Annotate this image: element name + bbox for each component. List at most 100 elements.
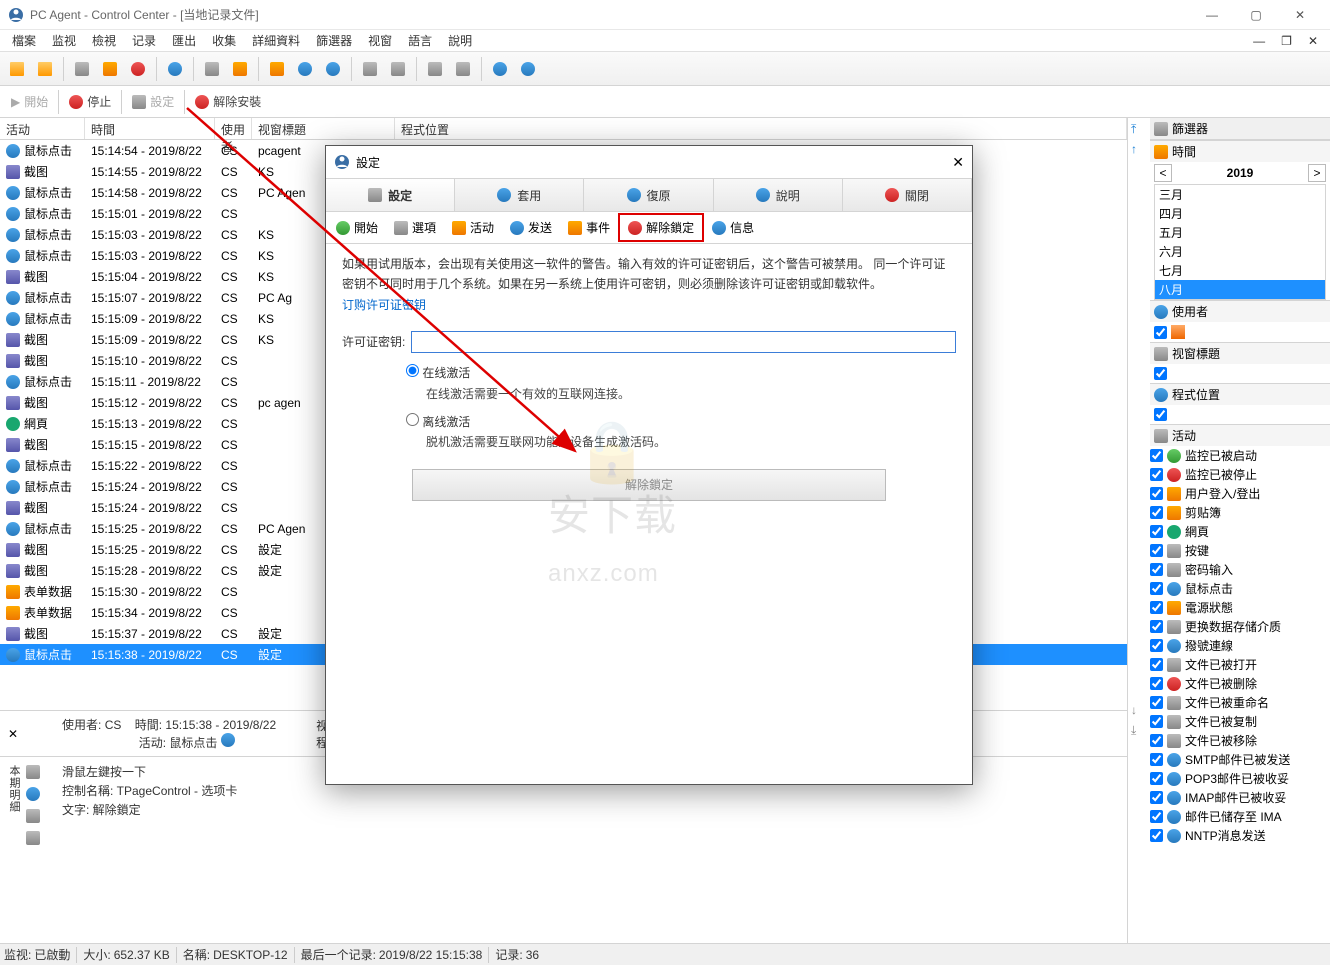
col-user[interactable]: 使用者 xyxy=(215,118,252,139)
sheet3-button[interactable] xyxy=(320,56,346,82)
mdi-restore-button[interactable]: ❐ xyxy=(1273,32,1300,50)
activity-item[interactable]: 撥號連線 xyxy=(1150,636,1330,655)
unlock-button[interactable]: 解除鎖定 xyxy=(412,469,886,501)
activity-item[interactable]: 文件已被重命名 xyxy=(1150,693,1330,712)
month-item[interactable]: 八月 xyxy=(1155,280,1325,299)
minimize-button[interactable]: — xyxy=(1190,1,1234,29)
search-button[interactable] xyxy=(162,56,188,82)
sheet1-button[interactable] xyxy=(264,56,290,82)
dialog-close-button[interactable]: ✕ xyxy=(952,154,964,171)
purchase-link[interactable]: 订购许可证密钥 xyxy=(342,295,956,315)
attach-button[interactable] xyxy=(227,56,253,82)
activity-item[interactable]: 邮件已储存至 IMA xyxy=(1150,807,1330,826)
user-check[interactable] xyxy=(1154,326,1167,339)
activity-item[interactable]: NNTP消息发送 xyxy=(1150,826,1330,845)
menu-window[interactable]: 视窗 xyxy=(360,30,400,51)
month-list[interactable]: 三月四月五月六月七月八月 xyxy=(1154,184,1326,300)
col-activity[interactable]: 活动 xyxy=(0,118,85,139)
menu-export[interactable]: 匯出 xyxy=(164,30,204,51)
nav-down-button[interactable]: ↓ xyxy=(1131,703,1147,719)
activity-item[interactable]: 電源狀態 xyxy=(1150,598,1330,617)
nav-top-button[interactable]: ⤒ xyxy=(1131,122,1147,138)
year-next-button[interactable]: > xyxy=(1308,164,1326,182)
menu-help[interactable]: 說明 xyxy=(440,30,480,51)
activity-item[interactable]: 用户登入/登出 xyxy=(1150,484,1330,503)
dialog-bar-apply[interactable]: 套用 xyxy=(455,179,584,211)
activity-item[interactable]: IMAP邮件已被收妥 xyxy=(1150,788,1330,807)
menu-details[interactable]: 詳細資料 xyxy=(244,30,308,51)
menu-record[interactable]: 记录 xyxy=(124,30,164,51)
dialog-bar-settings[interactable]: 設定 xyxy=(326,179,455,211)
activity-item[interactable]: 鼠标点击 xyxy=(1150,579,1330,598)
camera1-button[interactable] xyxy=(357,56,383,82)
sheet2-button[interactable] xyxy=(292,56,318,82)
activity-item[interactable]: 更换数据存储介质 xyxy=(1150,617,1330,636)
dialog-bar-restore[interactable]: 復原 xyxy=(584,179,713,211)
maximize-button[interactable]: ▢ xyxy=(1234,1,1278,29)
license-key-input[interactable] xyxy=(411,331,956,353)
dialog-tab[interactable]: 信息 xyxy=(704,215,762,240)
dialog-bar-close[interactable]: 關閉 xyxy=(843,179,972,211)
offline-activation-radio[interactable] xyxy=(406,413,419,426)
camera3-button[interactable] xyxy=(422,56,448,82)
menu-file[interactable]: 檔案 xyxy=(4,30,44,51)
camera2-button[interactable] xyxy=(385,56,411,82)
activity-item[interactable]: 文件已被复制 xyxy=(1150,712,1330,731)
activity-item[interactable]: SMTP邮件已被发送 xyxy=(1150,750,1330,769)
dialog-tab[interactable]: 選項 xyxy=(386,215,444,240)
help-button[interactable] xyxy=(487,56,513,82)
uninstall-button[interactable]: 解除安裝 xyxy=(188,89,268,115)
month-item[interactable]: 三月 xyxy=(1155,185,1325,204)
dialog-tab[interactable]: 解除鎖定 xyxy=(618,213,704,242)
pl-check[interactable] xyxy=(1154,408,1167,421)
month-item[interactable]: 五月 xyxy=(1155,223,1325,242)
dialog-bar-help[interactable]: 說明 xyxy=(714,179,843,211)
month-item[interactable]: 七月 xyxy=(1155,261,1325,280)
safe-button[interactable] xyxy=(69,56,95,82)
camera4-button[interactable] xyxy=(450,56,476,82)
menu-view[interactable]: 檢視 xyxy=(84,30,124,51)
nav-up-button[interactable]: ↑ xyxy=(1131,142,1147,158)
power-button[interactable] xyxy=(125,56,151,82)
col-wintitle[interactable]: 视窗標題 xyxy=(252,118,395,139)
month-item[interactable]: 六月 xyxy=(1155,242,1325,261)
drive-button[interactable] xyxy=(32,56,58,82)
month-item[interactable]: 四月 xyxy=(1155,204,1325,223)
open-file-button[interactable] xyxy=(4,56,30,82)
activity-list[interactable]: 监控已被启动监控已被停止用户登入/登出剪贴簿網頁按键密码输入鼠标点击電源狀態更换… xyxy=(1150,446,1330,943)
menu-filter[interactable]: 篩選器 xyxy=(308,30,360,51)
menu-monitor[interactable]: 监视 xyxy=(44,30,84,51)
lock-button[interactable] xyxy=(97,56,123,82)
dialog-tab[interactable]: 活动 xyxy=(444,215,502,240)
activity-item[interactable]: 文件已被移除 xyxy=(1150,731,1330,750)
dialog-tab[interactable]: 发送 xyxy=(502,215,560,240)
activity-item[interactable]: 监控已被启动 xyxy=(1150,446,1330,465)
dialog-tab[interactable]: 事件 xyxy=(560,215,618,240)
start-button[interactable]: ▶開始 xyxy=(4,89,55,115)
activity-item[interactable]: 剪贴簿 xyxy=(1150,503,1330,522)
activity-item[interactable]: 網頁 xyxy=(1150,522,1330,541)
menu-language[interactable]: 語言 xyxy=(400,30,440,51)
activity-icon xyxy=(1167,658,1181,672)
col-progloc[interactable]: 程式位置 xyxy=(395,118,1127,139)
mdi-close-button[interactable]: ✕ xyxy=(1300,32,1326,50)
filter-button[interactable] xyxy=(199,56,225,82)
online-activation-radio[interactable] xyxy=(406,364,419,377)
stop-button[interactable]: 停止 xyxy=(62,89,118,115)
year-prev-button[interactable]: < xyxy=(1154,164,1172,182)
activity-item[interactable]: 文件已被打开 xyxy=(1150,655,1330,674)
activity-item[interactable]: 密码输入 xyxy=(1150,560,1330,579)
activity-item[interactable]: 文件已被删除 xyxy=(1150,674,1330,693)
activity-item[interactable]: 按键 xyxy=(1150,541,1330,560)
info-button[interactable] xyxy=(515,56,541,82)
mdi-min-button[interactable]: — xyxy=(1245,32,1273,50)
wt-check[interactable] xyxy=(1154,367,1167,380)
menu-collect[interactable]: 收集 xyxy=(204,30,244,51)
close-button[interactable]: ✕ xyxy=(1278,1,1322,29)
dialog-tab[interactable]: 開始 xyxy=(328,215,386,240)
col-time[interactable]: 時間 xyxy=(85,118,215,139)
activity-item[interactable]: POP3邮件已被收妥 xyxy=(1150,769,1330,788)
nav-bottom-button[interactable]: ⤓ xyxy=(1131,723,1147,739)
activity-item[interactable]: 监控已被停止 xyxy=(1150,465,1330,484)
settings-button[interactable]: 設定 xyxy=(125,89,181,115)
